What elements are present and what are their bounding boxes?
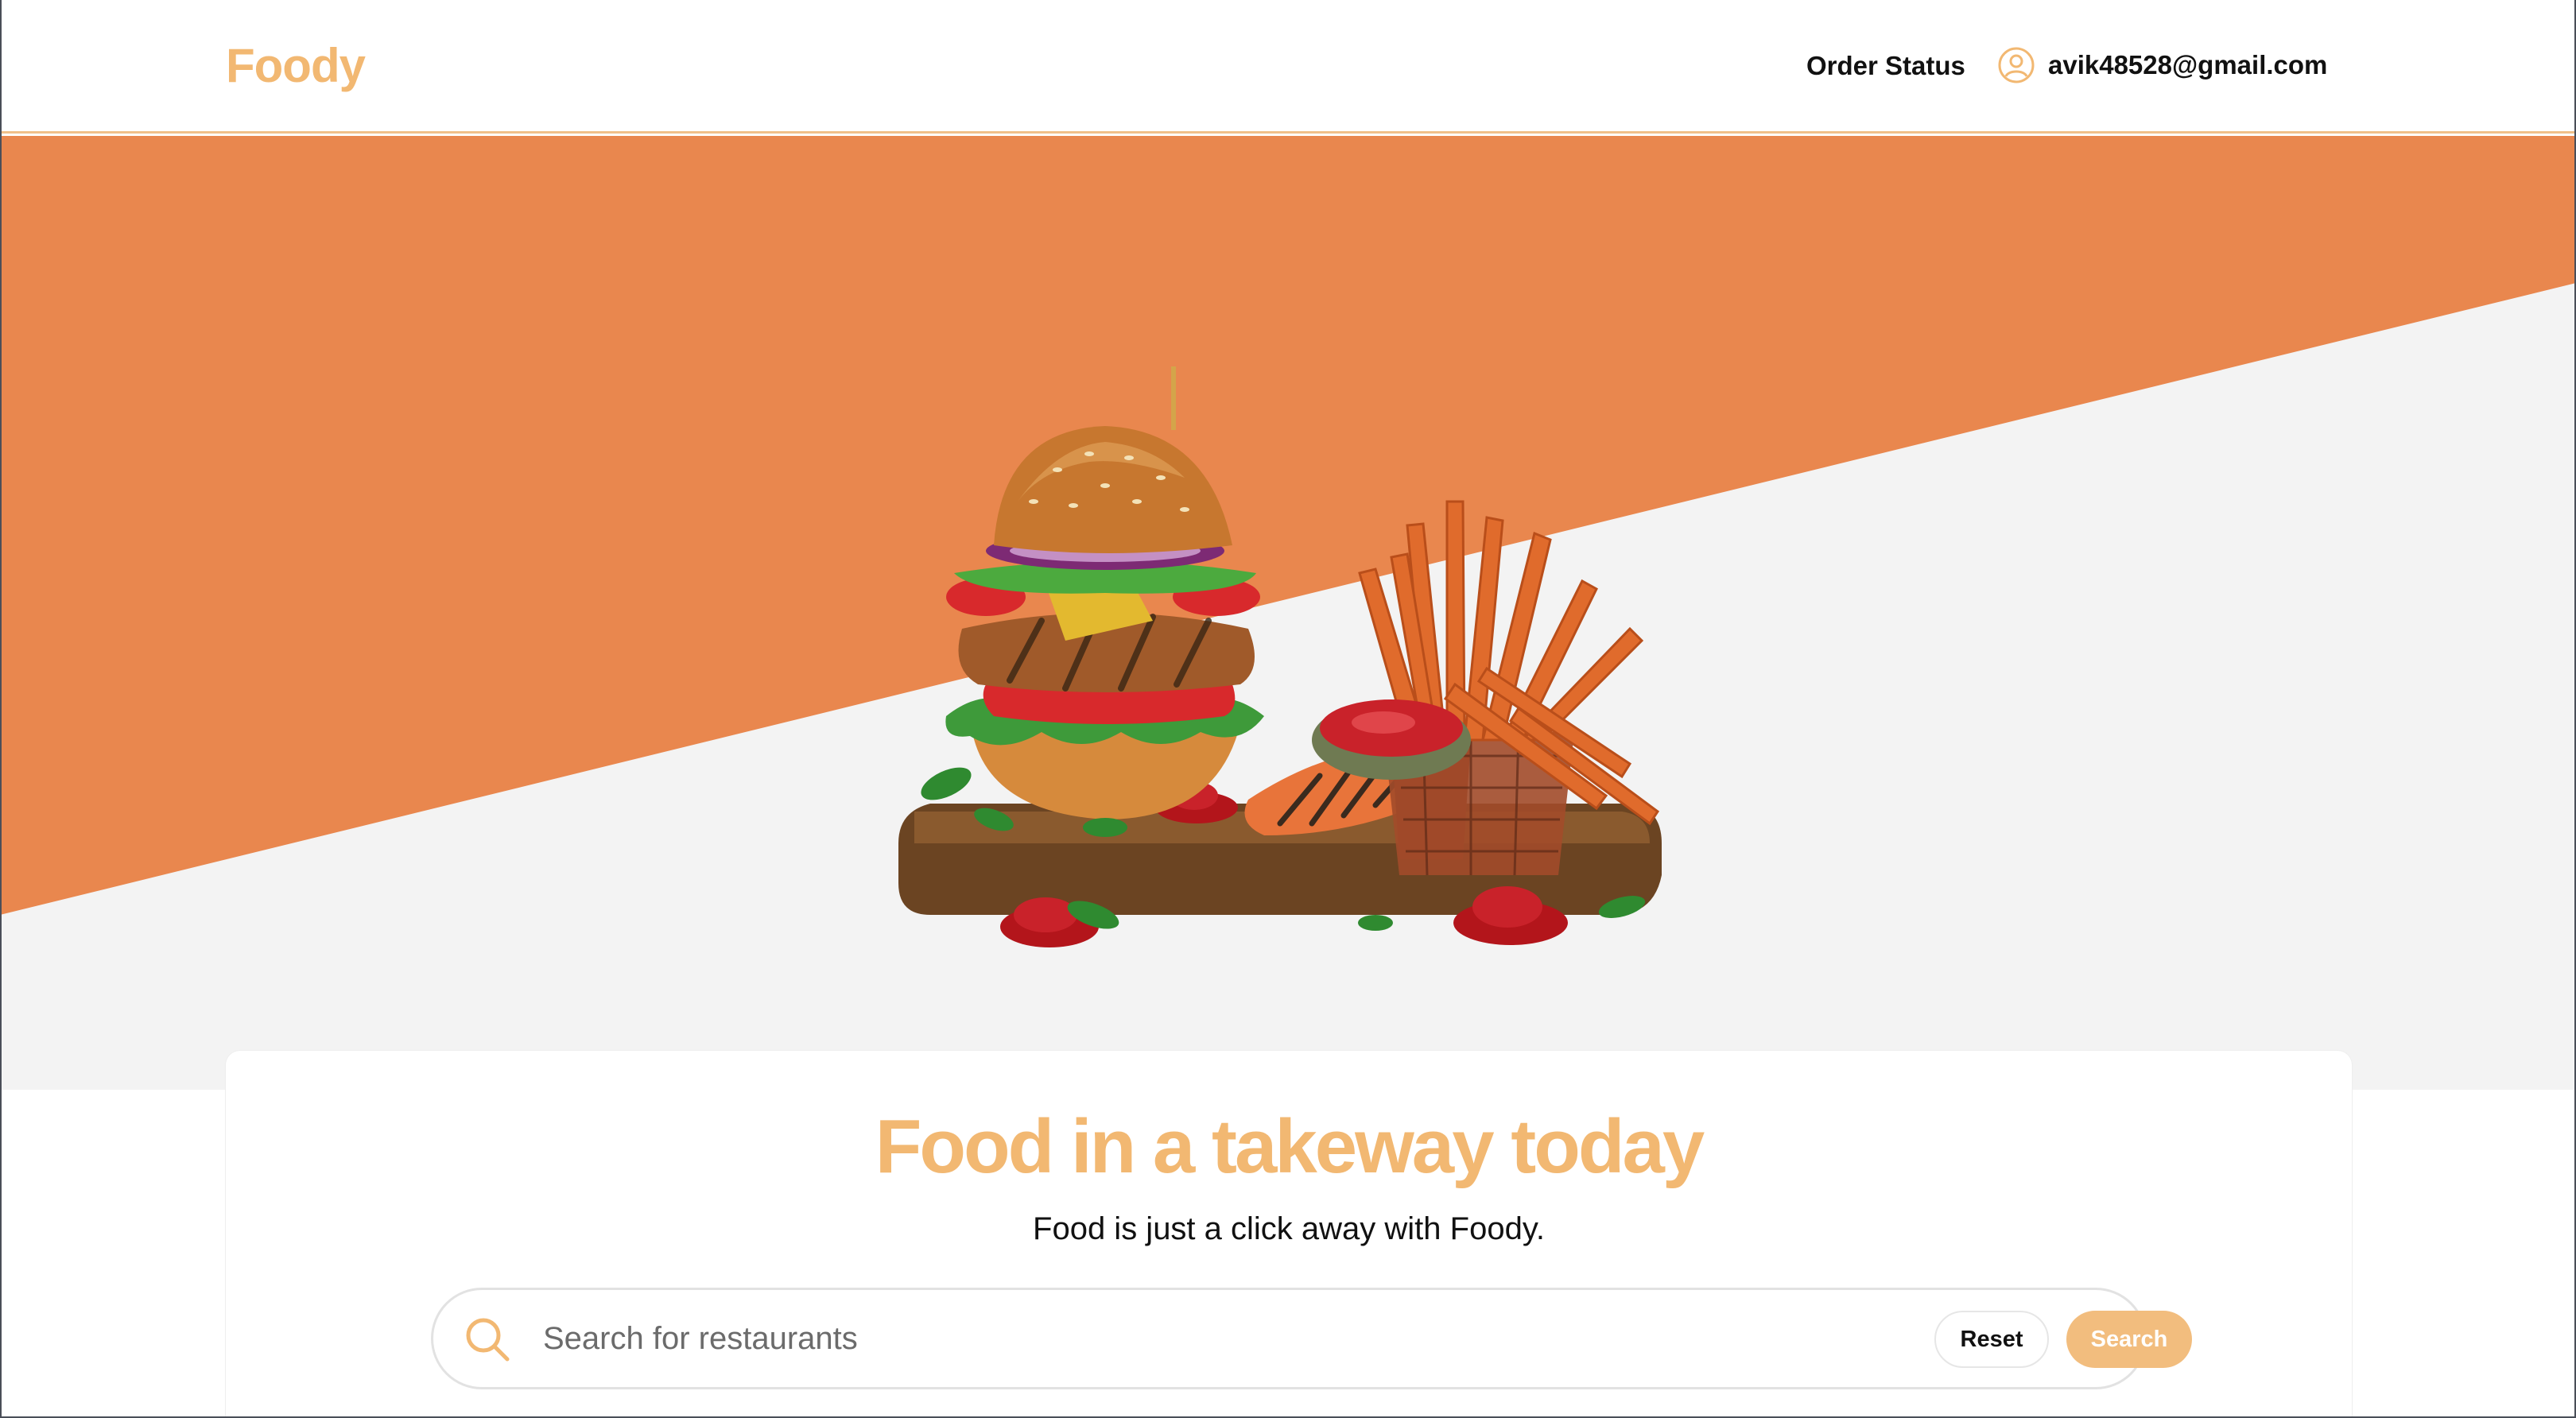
reset-button[interactable]: Reset — [1934, 1311, 2049, 1368]
user-menu[interactable]: avik48528@gmail.com — [1997, 46, 2327, 84]
user-email: avik48528@gmail.com — [2048, 50, 2328, 79]
search-icon — [466, 1318, 510, 1362]
hero-food-image — [898, 366, 1662, 947]
order-status-link[interactable]: Order Status — [1806, 51, 1965, 81]
restaurant-search-form: Reset Search — [431, 1288, 2192, 1389]
page-title: Food in a takeway today — [875, 1104, 1705, 1189]
top-navbar: Foody Order Status avik48528@gmail.com — [0, 0, 2576, 134]
search-input[interactable] — [543, 1306, 1736, 1371]
foody-logo[interactable]: Foody — [226, 38, 366, 93]
user-circle-icon — [1998, 47, 2035, 83]
search-card: Food in a takeway today Food is just a c… — [226, 1051, 2352, 1418]
search-button[interactable]: Search — [2066, 1311, 2192, 1368]
hero-banner — [0, 136, 2576, 1090]
page-subtitle: Food is just a click away with Foody. — [1033, 1211, 1545, 1246]
